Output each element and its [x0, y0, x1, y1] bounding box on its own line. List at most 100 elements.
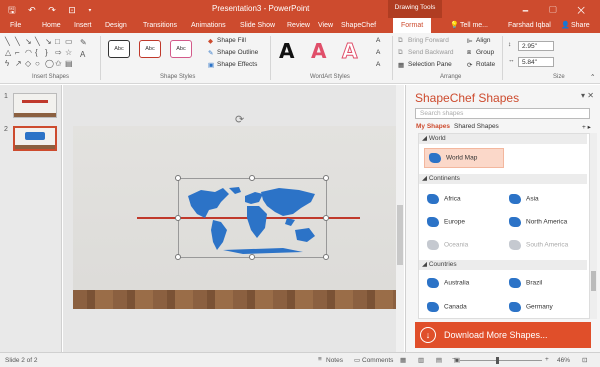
resize-handle[interactable] [323, 215, 329, 221]
shape-item-africa[interactable]: Africa [427, 194, 461, 204]
tab-insert[interactable]: Insert [74, 20, 92, 31]
collapse-ribbon-icon[interactable]: ⌃ [590, 73, 595, 81]
category-header[interactable]: ◢ Continents [419, 174, 587, 184]
tell-me-search[interactable]: Tell me... [460, 20, 488, 31]
circle-shape-icon[interactable]: ○ [35, 60, 40, 68]
style-preset-3[interactable]: Abc [170, 40, 192, 58]
tab-shapechef[interactable]: ShapeChef [341, 20, 376, 31]
shape-outline-button[interactable]: Shape Outline [217, 49, 258, 56]
comments-button[interactable]: Comments [362, 357, 393, 364]
text-fill-icon[interactable]: A [376, 37, 380, 44]
star-shape-icon[interactable]: ✩ [55, 60, 62, 68]
window-controls[interactable]: 🗕 ▢ ✕ [522, 3, 594, 19]
rotate-handle-icon[interactable]: ⟳ [235, 113, 244, 126]
shape-item-world-map[interactable]: World Map [424, 148, 504, 168]
oval-shape-icon[interactable]: ◯ [45, 60, 54, 68]
shape-item-canada[interactable]: Canada [427, 302, 467, 312]
arrow-shape-icon[interactable]: ⇨ [55, 49, 62, 57]
style-preset-2[interactable]: Abc [139, 40, 161, 58]
vertical-scrollbar[interactable] [396, 85, 404, 352]
wordart-style-2[interactable]: A [311, 39, 326, 63]
bring-forward-button[interactable]: Bring Forward [408, 37, 449, 44]
send-backward-button[interactable]: Send Backward [408, 49, 454, 56]
resize-handle[interactable] [323, 254, 329, 260]
shape-item-oceania[interactable]: Oceania [427, 240, 468, 250]
tab-review[interactable]: Review [287, 20, 310, 31]
triangle-shape-icon[interactable]: △ [5, 49, 11, 57]
tab-home[interactable]: Home [42, 20, 61, 31]
text-box-icon[interactable]: A [80, 51, 85, 59]
notes-button[interactable]: Notes [326, 357, 343, 364]
tab-my-shapes[interactable]: My Shapes [416, 123, 450, 130]
wordart-style-3[interactable]: A [341, 39, 358, 64]
slide-thumbnail-1[interactable] [13, 93, 57, 118]
tab-slide-show[interactable]: Slide Show [240, 20, 275, 31]
resize-handle[interactable] [175, 215, 181, 221]
fit-slide-icon[interactable]: ⊡ [582, 356, 587, 364]
resize-handle[interactable] [175, 254, 181, 260]
align-button[interactable]: Align [476, 37, 490, 44]
zoom-in-icon[interactable]: + [545, 356, 549, 363]
width-field[interactable]: 5.84" [518, 57, 554, 67]
zoom-level[interactable]: 46% [557, 357, 570, 364]
selection-frame[interactable] [175, 175, 329, 260]
text-effects-icon[interactable]: A [376, 61, 380, 68]
shape-fill-button[interactable]: Shape Fill [217, 37, 246, 44]
edit-shape-icon[interactable]: ✎ [80, 39, 87, 47]
rectangle-shape-icon[interactable]: ▭ [65, 38, 73, 46]
selection-pane-button[interactable]: Selection Pane [408, 61, 452, 68]
shape-item-south-america[interactable]: South America [509, 240, 568, 250]
share-button[interactable]: Share [571, 20, 590, 31]
add-icon[interactable]: + ▸ [582, 123, 591, 131]
zoom-slider-thumb[interactable] [496, 357, 499, 364]
tab-file[interactable]: File [10, 20, 21, 31]
resize-handle[interactable] [249, 254, 255, 260]
arrow-shape-icon[interactable]: ↘ [25, 38, 32, 46]
close-icon[interactable]: ▾ ✕ [581, 91, 594, 100]
wordart-style-1[interactable]: A [279, 39, 294, 63]
scrollbar-thumb[interactable] [397, 205, 403, 265]
arrow-shape-icon[interactable]: ↗ [15, 60, 22, 68]
shape-item-asia[interactable]: Asia [509, 194, 539, 204]
shape-item-europe[interactable]: Europe [427, 217, 465, 227]
tab-design[interactable]: Design [105, 20, 127, 31]
text-outline-icon[interactable]: A [376, 49, 380, 56]
shape-effects-button[interactable]: Shape Effects [217, 61, 257, 68]
category-header[interactable]: ◢ World [419, 134, 587, 144]
callout-shape-icon[interactable]: ◇ [25, 60, 31, 68]
zoom-slider[interactable] [460, 360, 542, 361]
quick-access-toolbar[interactable]: 🖫 ↶ ↷ ⊡ ▾ [8, 3, 97, 19]
resize-handle[interactable] [175, 175, 181, 181]
group-button[interactable]: Group [476, 49, 494, 56]
style-preset-1[interactable]: Abc [108, 40, 130, 58]
tab-format[interactable]: Format [393, 18, 432, 33]
line-shape-icon[interactable]: ╲ [35, 38, 40, 46]
bracket-shape-icon[interactable]: ⌐ [15, 49, 20, 57]
tab-view[interactable]: View [318, 20, 333, 31]
slide-canvas[interactable]: ⟳ [63, 85, 404, 352]
shape-item-north-america[interactable]: North America [509, 217, 567, 227]
line-shape-icon[interactable]: ╲ [15, 38, 20, 46]
arc-shape-icon[interactable]: ◠ [25, 49, 32, 57]
height-field[interactable]: 2.95" [518, 41, 554, 51]
rotate-button[interactable]: Rotate [476, 61, 495, 68]
user-name[interactable]: Farshad Iqbal [508, 20, 551, 31]
resize-handle[interactable] [249, 175, 255, 181]
tab-animations[interactable]: Animations [191, 20, 226, 31]
star-shape-icon[interactable]: ☆ [65, 49, 72, 57]
resize-handle[interactable] [323, 175, 329, 181]
scrollbar-thumb[interactable] [591, 271, 596, 291]
rectangle-shape-icon[interactable]: □ [55, 38, 60, 46]
zoom-out-icon[interactable]: − [452, 356, 456, 363]
slide-thumbnail-2[interactable] [13, 126, 57, 151]
line-shape-icon[interactable]: ╲ [5, 38, 10, 46]
category-header[interactable]: ◢ Countries [419, 260, 587, 270]
download-more-shapes-button[interactable]: ↓ Download More Shapes... [415, 322, 591, 348]
search-input[interactable]: Search shapes [415, 108, 590, 119]
slide[interactable] [73, 126, 396, 309]
tab-shared-shapes[interactable]: Shared Shapes [454, 123, 499, 130]
shape-item-germany[interactable]: Germany [509, 302, 553, 312]
tab-transitions[interactable]: Transitions [143, 20, 177, 31]
pane-scrollbar[interactable] [590, 133, 597, 319]
scroll-shape-icon[interactable]: ▤ [65, 60, 73, 68]
